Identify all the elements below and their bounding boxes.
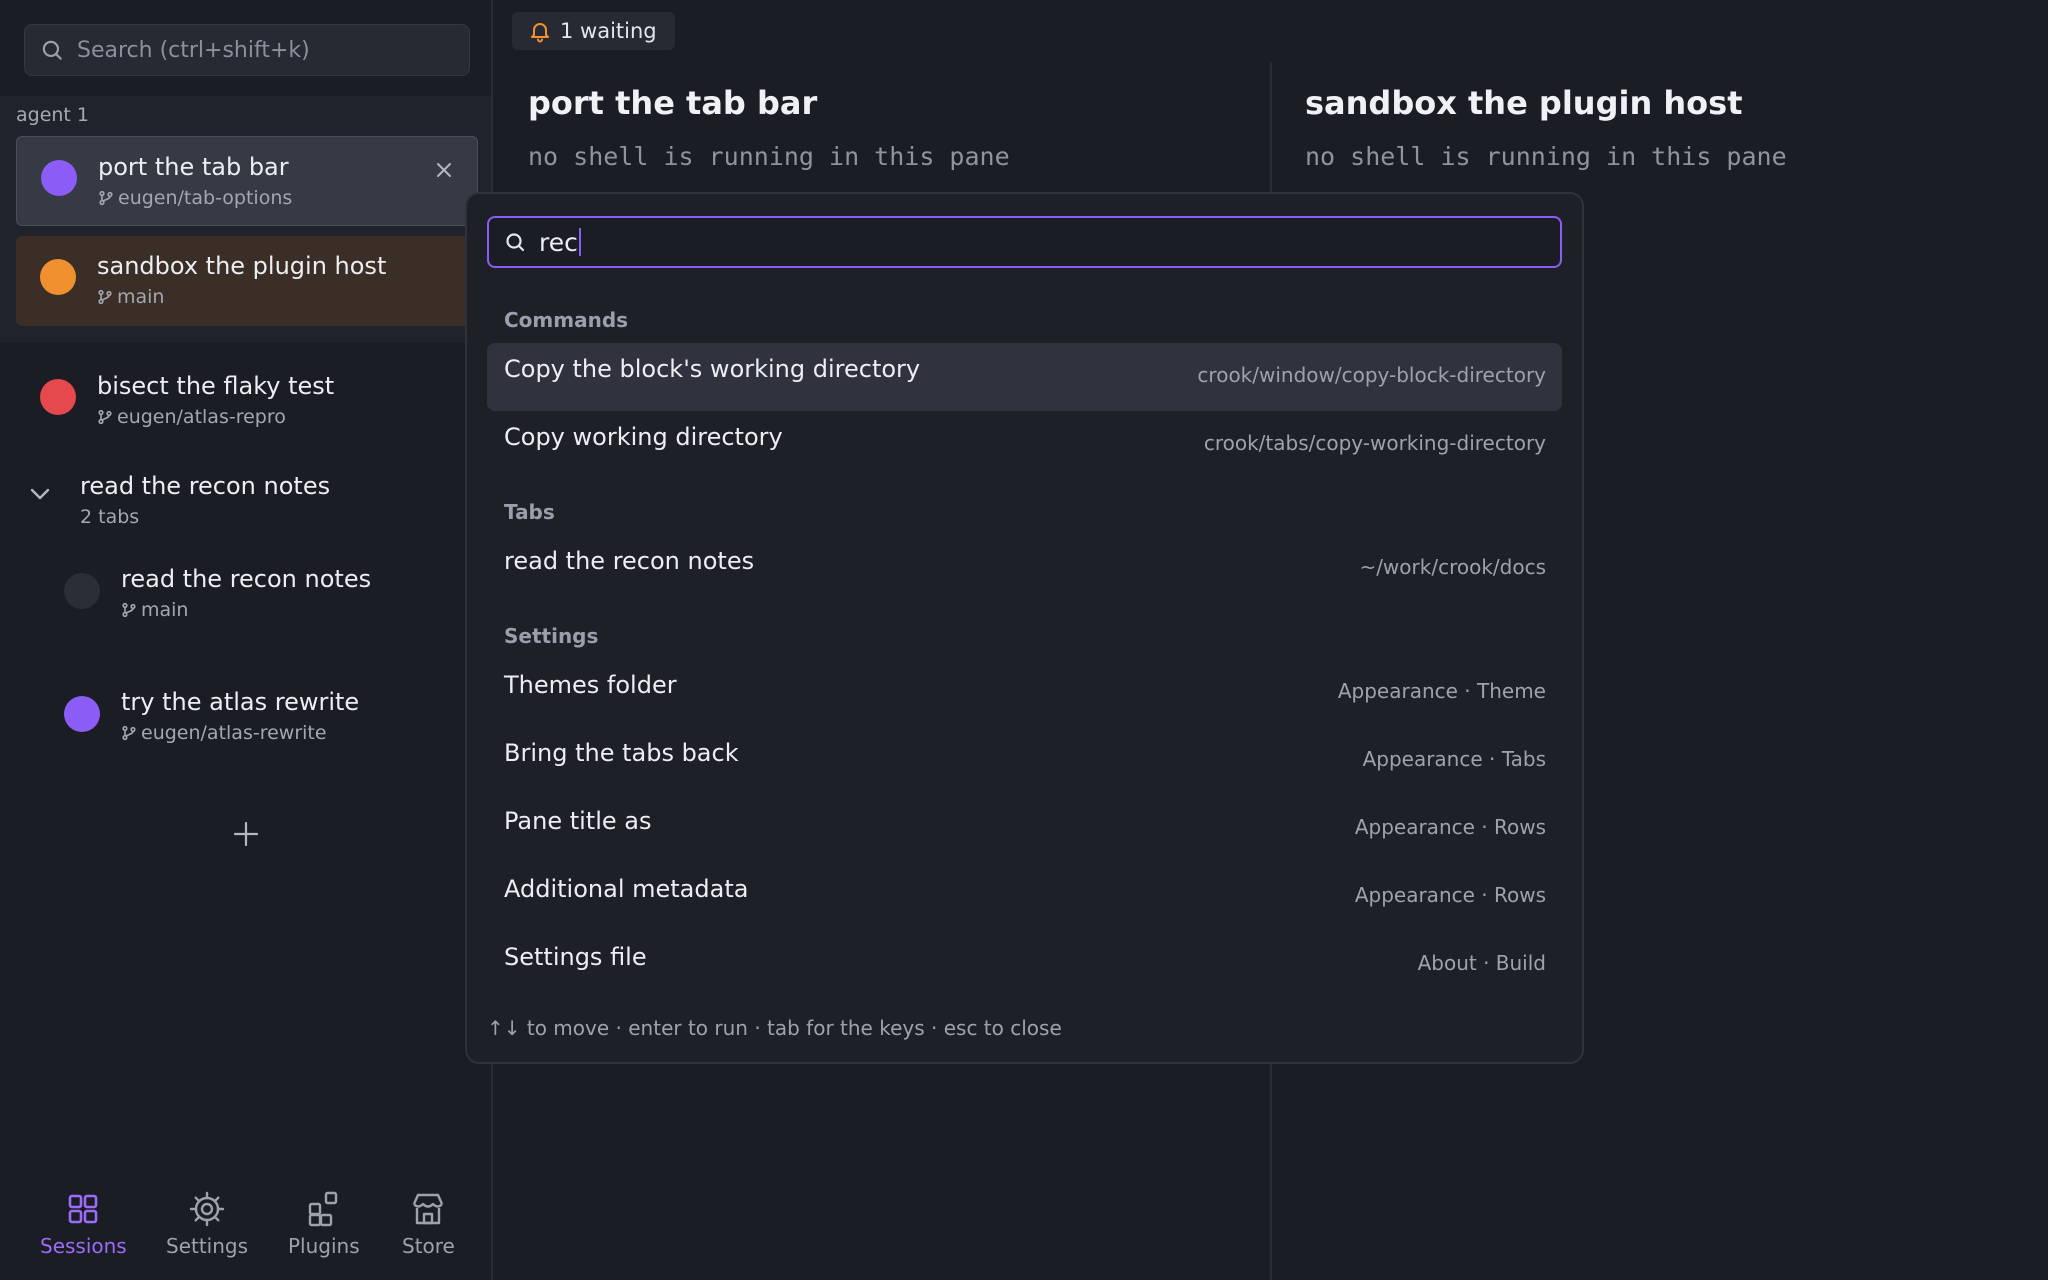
palette-item-setting[interactable]: Bring the tabs back Appearance · Tabs <box>487 727 1562 795</box>
session-branch-label: eugen/tab-options <box>118 187 293 209</box>
pane-subtitle: no shell is running in this pane <box>528 142 1010 171</box>
git-branch-icon <box>99 190 113 206</box>
waiting-badge-label: 1 waiting <box>560 19 657 43</box>
bell-icon <box>531 23 549 43</box>
store-icon <box>413 1193 444 1225</box>
palette-item-label: Copy working directory <box>504 423 783 451</box>
palette-item-setting[interactable]: Settings file About · Build <box>487 931 1562 999</box>
session-status-dot <box>41 160 77 196</box>
palette-item-command[interactable]: Copy the block's working directory crook… <box>487 343 1562 411</box>
sidebar-search-input[interactable]: Search (ctrl+shift+k) <box>24 24 470 76</box>
search-placeholder: Search (ctrl+shift+k) <box>77 37 310 63</box>
session-branch-label: eugen/atlas-rewrite <box>141 722 327 744</box>
session-title: read the recon notes <box>121 565 372 593</box>
session-status-dot <box>64 573 100 609</box>
folder-title: read the recon notes <box>80 472 331 500</box>
palette-search-input[interactable]: rec <box>487 216 1562 268</box>
nav-store-button[interactable]: Store <box>402 1190 455 1258</box>
session-branch: eugen/atlas-repro <box>97 406 286 428</box>
search-icon <box>506 233 525 252</box>
session-branch: eugen/atlas-rewrite <box>121 722 327 744</box>
plugins-icon <box>308 1191 338 1227</box>
waiting-badge[interactable]: 1 waiting <box>512 12 675 50</box>
search-icon <box>42 40 62 60</box>
session-title: bisect the flaky test <box>97 372 335 400</box>
git-branch-icon <box>98 289 112 305</box>
grid-icon <box>69 1194 98 1224</box>
session-branch: main <box>121 599 188 621</box>
sidebar: Search (ctrl+shift+k) agent 1 port the t… <box>0 0 493 1280</box>
nav-label: Sessions <box>40 1234 127 1258</box>
pane-subtitle: no shell is running in this pane <box>1305 142 1787 171</box>
session-folder-read-the-recon-notes[interactable]: read the recon notes 2 tabs <box>16 456 478 532</box>
palette-item-label: read the recon notes <box>504 547 755 575</box>
session-title: sandbox the plugin host <box>97 252 387 280</box>
palette-item-meta: crook/tabs/copy-working-directory <box>1203 431 1546 455</box>
git-branch-icon <box>122 725 136 741</box>
session-status-dot <box>64 696 100 732</box>
palette-item-setting[interactable]: Pane title as Appearance · Rows <box>487 795 1562 863</box>
session-item-bisect-the-flaky-test[interactable]: bisect the flaky test eugen/atlas-repro <box>16 356 478 446</box>
session-title: try the atlas rewrite <box>121 688 360 716</box>
palette-item-meta: ~/work/crook/docs <box>1359 555 1546 579</box>
nav-plugins-button[interactable]: Plugins <box>288 1190 360 1258</box>
palette-item-meta: Appearance · Rows <box>1354 815 1546 839</box>
palette-item-label: Settings file <box>504 943 647 971</box>
session-branch-label: main <box>117 286 165 308</box>
palette-item-label: Themes folder <box>504 671 677 699</box>
session-group: agent 1 port the tab bar eugen/tab-optio… <box>0 96 491 342</box>
palette-item-meta: Appearance · Theme <box>1337 679 1546 703</box>
palette-query: rec <box>539 227 578 257</box>
session-status-dot <box>40 259 76 295</box>
text-caret <box>578 228 581 256</box>
palette-item-label: Pane title as <box>504 807 652 835</box>
chevron-down-icon[interactable] <box>28 486 52 502</box>
git-branch-icon <box>98 409 112 425</box>
palette-item-setting[interactable]: Additional metadata Appearance · Rows <box>487 863 1562 931</box>
command-palette: rec Commands Copy the block's working di… <box>465 192 1584 1064</box>
close-icon[interactable] <box>433 159 455 181</box>
nav-label: Store <box>402 1234 455 1258</box>
palette-item-meta: About · Build <box>1417 951 1546 975</box>
bottom-nav: Sessions Settings Plugins Store <box>0 1180 491 1280</box>
section-header-tabs: Tabs <box>504 500 555 524</box>
palette-item-meta: Appearance · Tabs <box>1362 747 1546 771</box>
session-item-port-the-tab-bar[interactable]: port the tab bar eugen/tab-options <box>16 136 478 226</box>
pane-title: sandbox the plugin host <box>1305 84 1743 122</box>
session-item-read-the-recon-notes[interactable]: read the recon notes main <box>40 547 478 637</box>
group-label: agent 1 <box>16 104 90 126</box>
pane-title: port the tab bar <box>528 84 818 122</box>
palette-item-setting[interactable]: Themes folder Appearance · Theme <box>487 659 1562 727</box>
session-branch: main <box>97 286 164 308</box>
palette-item-label: Additional metadata <box>504 875 749 903</box>
session-branch: eugen/tab-options <box>98 187 292 209</box>
session-item-try-the-atlas-rewrite[interactable]: try the atlas rewrite eugen/atlas-rewrit… <box>40 670 478 760</box>
section-header-commands: Commands <box>504 308 629 332</box>
gear-icon <box>189 1191 225 1227</box>
palette-item-command[interactable]: Copy working directory crook/tabs/copy-w… <box>487 411 1562 479</box>
folder-tab-count: 2 tabs <box>80 506 140 528</box>
section-header-settings: Settings <box>504 624 599 648</box>
nav-label: Plugins <box>288 1234 360 1258</box>
session-branch-label: eugen/atlas-repro <box>117 406 286 428</box>
session-status-dot <box>40 379 76 415</box>
add-session-plus-icon[interactable] <box>230 818 262 850</box>
nav-label: Settings <box>166 1234 249 1258</box>
git-branch-icon <box>122 602 136 618</box>
palette-footer-hint: ↑↓ to move · enter to run · tab for the … <box>487 1016 1062 1040</box>
nav-settings-button[interactable]: Settings <box>166 1190 248 1258</box>
nav-sessions-button[interactable]: Sessions <box>40 1190 127 1258</box>
palette-item-meta: crook/window/copy-block-directory <box>1197 363 1546 387</box>
session-item-sandbox-the-plugin-host[interactable]: sandbox the plugin host main <box>16 236 478 326</box>
session-branch-label: main <box>141 599 189 621</box>
palette-item-label: Bring the tabs back <box>504 739 739 767</box>
palette-item-meta: Appearance · Rows <box>1354 883 1546 907</box>
session-title: port the tab bar <box>98 153 289 181</box>
palette-item-label: Copy the block's working directory <box>504 355 921 383</box>
palette-item-tab[interactable]: read the recon notes ~/work/crook/docs <box>487 535 1562 603</box>
